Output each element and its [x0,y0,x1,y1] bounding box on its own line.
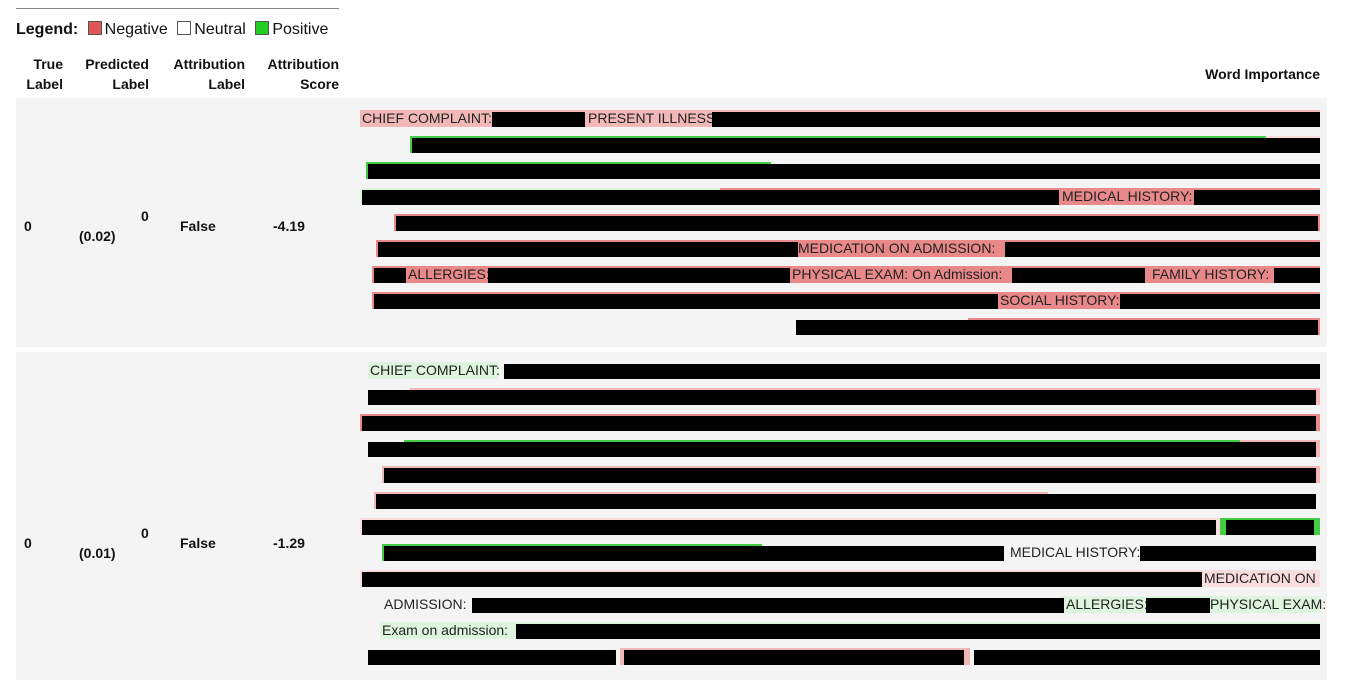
redaction-bar [1005,242,1320,257]
redaction-bar [362,190,1059,205]
redaction-bar [368,164,1320,179]
redaction-bar [374,268,406,283]
social-history-label: SOCIAL HISTORY: [1000,292,1120,308]
physical-exam-label: PHYSICAL EXAM: On Admission: [792,266,1003,282]
legend-title: Legend: [16,21,79,38]
header-word-importance: Word Importance [1205,66,1320,82]
predicted-label-value: 0 [141,525,149,541]
redaction-bar [488,268,790,283]
header-attribution-label: Attribution Label [173,56,245,92]
redaction-bar [624,650,964,665]
neutral-swatch [177,21,192,35]
chief-complaint-label: CHIEF COMPLAINT: [370,362,500,378]
redaction-bar [516,624,1320,639]
allergies-label: ALLERGIES: [1066,596,1148,612]
legend-negative: Negative [104,21,168,38]
redaction-bar [362,572,1202,587]
redaction-bar [384,468,1316,483]
true-label-value: 0 [24,218,32,234]
present-illness-label: PRESENT ILLNESS: [588,110,720,126]
redaction-bar [1140,546,1316,561]
redaction-bar [1226,520,1314,535]
redaction-bar [1194,190,1320,205]
redaction-bar [378,242,798,257]
redaction-bar [368,442,1316,457]
legend-neutral: Neutral [194,21,246,38]
redaction-bar [396,216,1318,231]
predicted-probability: (0.01) [79,545,116,561]
legend: Legend: Negative Neutral Positive [16,21,328,39]
redaction-bar [712,112,1320,127]
redaction-bar [362,520,1216,535]
redaction-bar [796,320,1318,335]
redaction-bar [376,494,1316,509]
header-attribution-score: Attribution Score [267,56,339,92]
predicted-label-value: 0 [141,208,149,224]
header-predicted-label: Predicted Label [85,56,149,92]
chief-complaint-label: CHIEF COMPLAINT: [362,110,492,126]
admission-label: ADMISSION: [384,596,467,612]
redaction-bar [472,598,1064,613]
redaction-bar [374,294,998,309]
predicted-probability: (0.02) [79,228,116,244]
redaction-bar [368,650,616,665]
family-history-label: FAMILY HISTORY: [1152,266,1270,282]
redaction-bar [1120,294,1320,309]
redaction-bar [492,112,585,127]
exam-on-admission-label: Exam on admission: [382,622,509,638]
attribution-score-value: -4.19 [273,218,305,234]
legend-positive: Positive [272,21,329,38]
physical-exam-label: PHYSICAL EXAM: [1210,596,1327,612]
attribution-score-value: -1.29 [273,535,305,551]
attribution-label-value: False [180,218,216,234]
positive-swatch [255,21,270,35]
medical-history-label: MEDICAL HISTORY: [1062,188,1193,204]
redaction-bar [384,546,1004,561]
redaction-bar [1012,268,1145,283]
redaction-bar [362,416,1316,431]
top-divider [16,8,339,9]
redaction-bar [1146,598,1210,613]
medical-history-label: MEDICAL HISTORY: [1010,544,1141,560]
redaction-bar [974,650,1320,665]
attribution-label-value: False [180,535,216,551]
negative-swatch [87,21,102,35]
redaction-bar [1274,268,1320,283]
medication-on-admission-label: MEDICATION ON ADMISSION: [798,240,996,256]
redaction-bar [368,390,1316,405]
header-true-label: True Label [26,56,63,92]
true-label-value: 0 [24,535,32,551]
redaction-bar [504,364,1320,379]
allergies-label: ALLERGIES: [408,266,490,282]
redaction-bar [412,138,1320,153]
medication-on-label: MEDICATION ON [1204,570,1316,586]
